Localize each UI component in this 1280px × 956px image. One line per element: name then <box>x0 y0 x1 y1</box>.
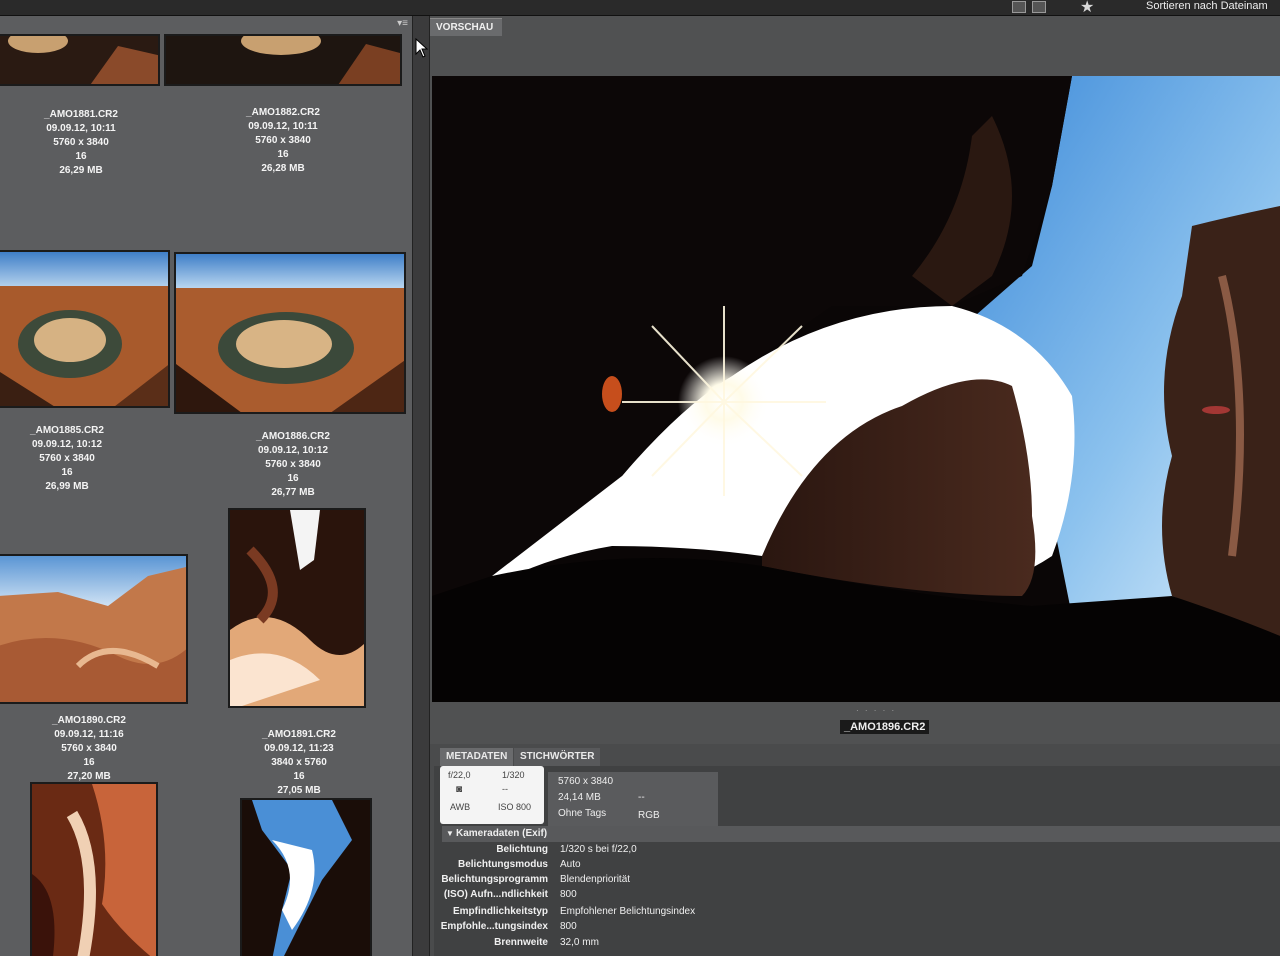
meta-key: Empfindlichkeitstyp <box>452 906 548 917</box>
file-depth: 16 <box>277 149 289 160</box>
camera-card: f/22,0 1/320 ◙ -- AWB ISO 800 <box>440 766 544 824</box>
file-date: 09.09.12, 11:16 <box>54 729 124 740</box>
file-size: 24,14 MB <box>558 792 601 803</box>
tab-vorschau[interactable]: VORSCHAU <box>430 18 502 36</box>
file-date: 09.09.12, 10:11 <box>248 121 318 132</box>
file-info: _AMO1891.CR2 09.09.12, 11:23 3840 x 5760… <box>214 728 384 798</box>
content-panel: ▾≡ _AMO1881.CR2 09.09.12, 10:11 5760 x 3… <box>0 16 412 956</box>
file-dims: 5760 x 3840 <box>61 743 117 754</box>
file-card: 5760 x 3840 24,14 MB -- Ohne Tags RGB <box>548 772 718 826</box>
thumbnail[interactable] <box>30 782 158 956</box>
iso-value: ISO 800 <box>498 802 532 812</box>
file-dims: 5760 x 3840 <box>53 137 109 148</box>
wb-value: AWB <box>450 802 471 812</box>
file-name: _AMO1891.CR2 <box>262 729 336 740</box>
view-list-icon[interactable] <box>1032 1 1046 13</box>
file-info: _AMO1885.CR2 09.09.12, 10:12 5760 x 3840… <box>0 424 152 494</box>
shutter-value: 1/320 <box>502 770 525 780</box>
meta-value: Auto <box>560 859 581 870</box>
collapse-triangle-icon[interactable]: ▼ <box>446 829 454 838</box>
meta-value: 1/320 s bei f/22,0 <box>560 844 637 855</box>
metadata-panel: METADATEN STICHWÖRTER f/22,0 1/320 ◙ -- … <box>430 744 1280 956</box>
file-color: RGB <box>638 810 660 821</box>
file-name: _AMO1885.CR2 <box>30 425 104 436</box>
preview-dots: · · · · · <box>856 706 897 715</box>
tab-metadaten[interactable]: METADATEN <box>440 748 514 766</box>
meta-key: (ISO) Aufn...ndlichkeit <box>443 889 548 900</box>
thumbnail[interactable] <box>240 798 372 956</box>
meta-row: Belichtung 1/320 s bei f/22,0 <box>434 844 1034 859</box>
file-dims: 5760 x 3840 <box>265 459 321 470</box>
file-dims: 5760 x 3840 <box>255 135 311 146</box>
file-dims: 5760 x 3840 <box>39 453 95 464</box>
meta-key: Belichtung <box>496 844 548 855</box>
file-name: _AMO1890.CR2 <box>52 715 126 726</box>
mouse-cursor-icon <box>415 38 429 58</box>
section-title: Kameradaten (Exif) <box>456 828 548 839</box>
file-size: 26,77 MB <box>271 487 315 498</box>
file-depth: 16 <box>75 151 87 162</box>
section-exif-header[interactable]: ▼ Kameradaten (Exif) <box>442 826 1280 842</box>
meta-row: Belichtungsmodus Auto <box>434 859 1034 874</box>
file-size: 26,28 MB <box>261 163 305 174</box>
meta-row: Empfohle...tungsindex 800 <box>434 921 1034 936</box>
meta-row: Belichtungsprogramm Blendenpriorität <box>434 874 1034 889</box>
meta-key: Belichtungsprogramm <box>441 874 548 885</box>
file-date: 09.09.12, 10:11 <box>46 123 116 134</box>
meta-row: Brennweite 32,0 mm <box>434 937 1034 952</box>
thumbnail[interactable] <box>0 34 160 86</box>
file-name: _AMO1882.CR2 <box>246 107 320 118</box>
file-name: _AMO1886.CR2 <box>256 431 330 442</box>
thumbnail[interactable] <box>174 252 406 414</box>
file-date: 09.09.12, 10:12 <box>257 445 329 456</box>
top-toolbar: ★ Sortieren nach Dateinam <box>0 0 1280 16</box>
meta-row: (ISO) Aufn...ndlichkeit 800 <box>434 889 1034 904</box>
file-date: 09.09.12, 11:23 <box>264 743 334 754</box>
file-depth: 16 <box>287 473 299 484</box>
meta-key: Empfohle...tungsindex <box>440 921 548 932</box>
meta-value: 32,0 mm <box>560 937 599 948</box>
meta-row: Empfindlichkeitstyp Empfohlener Belichtu… <box>434 906 1034 921</box>
file-size: 26,29 MB <box>59 165 103 176</box>
meta-key: Brennweite <box>494 937 548 948</box>
sort-label[interactable]: Sortieren nach Dateinam <box>1146 0 1268 12</box>
meta-value: Blendenpriorität <box>560 874 631 885</box>
file-depth: 16 <box>293 771 305 782</box>
file-dash: -- <box>638 792 645 803</box>
star-filter-icon[interactable]: ★ <box>1080 0 1094 17</box>
file-size: 26,99 MB <box>45 481 89 492</box>
panel-menu-icon[interactable]: ▾≡ <box>397 18 408 29</box>
meta-value: 800 <box>560 889 577 900</box>
camera-dash: -- <box>502 784 508 794</box>
metadata-body: f/22,0 1/320 ◙ -- AWB ISO 800 5760 x 384… <box>434 766 1280 956</box>
thumbnail[interactable] <box>0 554 188 704</box>
thumbnail[interactable] <box>0 250 170 408</box>
file-depth: 16 <box>83 757 95 768</box>
file-dims: 3840 x 5760 <box>271 757 327 768</box>
view-grid-icon[interactable] <box>1012 1 1026 13</box>
preview-image[interactable] <box>432 76 1280 702</box>
preview-filename: _AMO1896.CR2 <box>840 720 930 734</box>
file-info: _AMO1881.CR2 09.09.12, 10:11 5760 x 3840… <box>0 108 166 178</box>
file-size: 27,05 MB <box>277 785 321 796</box>
file-info: _AMO1886.CR2 09.09.12, 10:12 5760 x 3840… <box>208 430 378 500</box>
file-name: _AMO1881.CR2 <box>44 109 118 120</box>
panel-splitter[interactable] <box>412 16 430 956</box>
file-tags: Ohne Tags <box>558 808 607 819</box>
file-info: _AMO1882.CR2 09.09.12, 10:11 5760 x 3840… <box>198 106 368 176</box>
thumbnail[interactable] <box>164 34 402 86</box>
meta-value: Empfohlener Belichtungsindex <box>560 906 696 917</box>
file-depth: 16 <box>61 467 73 478</box>
file-date: 09.09.12, 10:12 <box>31 439 103 450</box>
file-info: _AMO1890.CR2 09.09.12, 11:16 5760 x 3840… <box>4 714 174 784</box>
aperture-value: f/22,0 <box>448 770 471 780</box>
preview-panel: VORSCHAU · · · · · _AMO1896.CR2 <box>430 16 1280 744</box>
camera-icon: ◙ <box>456 784 463 795</box>
thumbnail[interactable] <box>228 508 366 708</box>
tab-stichwoerter[interactable]: STICHWÖRTER <box>514 748 601 766</box>
meta-key: Belichtungsmodus <box>457 859 548 870</box>
file-dims: 5760 x 3840 <box>558 776 614 787</box>
meta-value: 800 <box>560 921 577 932</box>
